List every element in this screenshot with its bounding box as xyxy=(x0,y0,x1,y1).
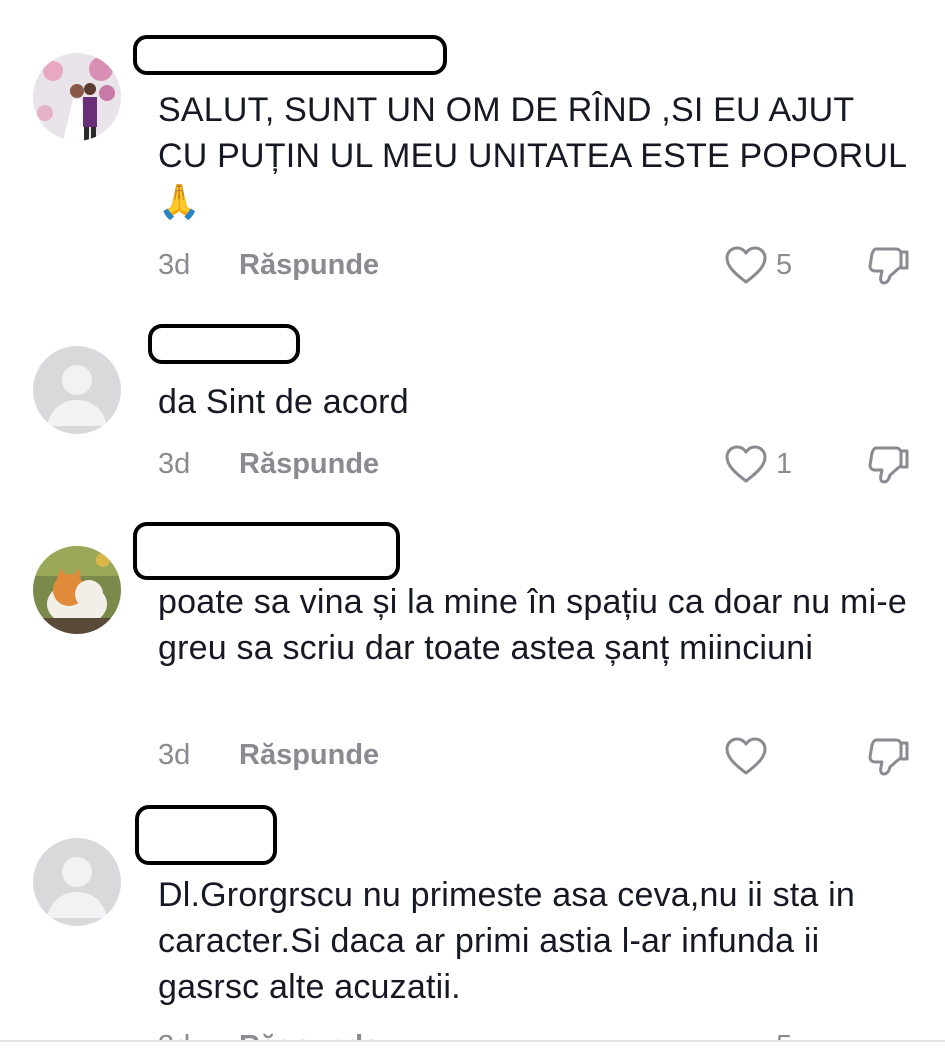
like-count: 5 xyxy=(776,249,793,281)
comment-text: da Sint de acord xyxy=(158,383,409,421)
comment-age: 3d xyxy=(158,448,191,480)
reply-button[interactable]: Răspunde xyxy=(239,1030,379,1040)
thumbs-down-icon[interactable] xyxy=(866,734,912,778)
comment-text: SALUT, SUNT UN OM DE RÎND ,SI EU AJUT CU… xyxy=(158,91,906,221)
comment-age: 3d xyxy=(158,739,191,771)
like-count: 5 xyxy=(776,1030,792,1040)
reply-button[interactable]: Răspunde xyxy=(239,448,379,481)
redacted-username xyxy=(133,522,400,580)
comment-text: Dl.Grorgrscu nu primeste asa ceva,nu ii … xyxy=(158,876,856,1006)
heart-outline-icon[interactable] xyxy=(724,245,768,285)
comment-text: poate sa vina și la mine în spațiu ca do… xyxy=(158,583,907,667)
comment-age: 3d xyxy=(158,1030,190,1040)
default-avatar[interactable] xyxy=(33,838,121,926)
default-avatar[interactable] xyxy=(33,346,121,434)
divider xyxy=(0,1040,945,1042)
redacted-username xyxy=(133,35,447,75)
user-avatar[interactable] xyxy=(33,546,121,634)
heart-outline-icon[interactable] xyxy=(724,736,768,776)
heart-outline-icon[interactable] xyxy=(724,444,768,484)
reply-button[interactable]: Răspunde xyxy=(239,739,379,772)
cut-off-footer: 3d Răspunde 5 xyxy=(0,1030,945,1040)
reply-button[interactable]: Răspunde xyxy=(239,249,379,282)
user-avatar[interactable] xyxy=(33,53,121,141)
redacted-username xyxy=(148,324,300,364)
like-count: 1 xyxy=(776,448,793,480)
comment-age: 3d xyxy=(158,249,191,281)
thumbs-down-icon[interactable] xyxy=(866,442,912,486)
thumbs-down-icon[interactable] xyxy=(866,243,912,287)
redacted-username xyxy=(135,805,277,865)
